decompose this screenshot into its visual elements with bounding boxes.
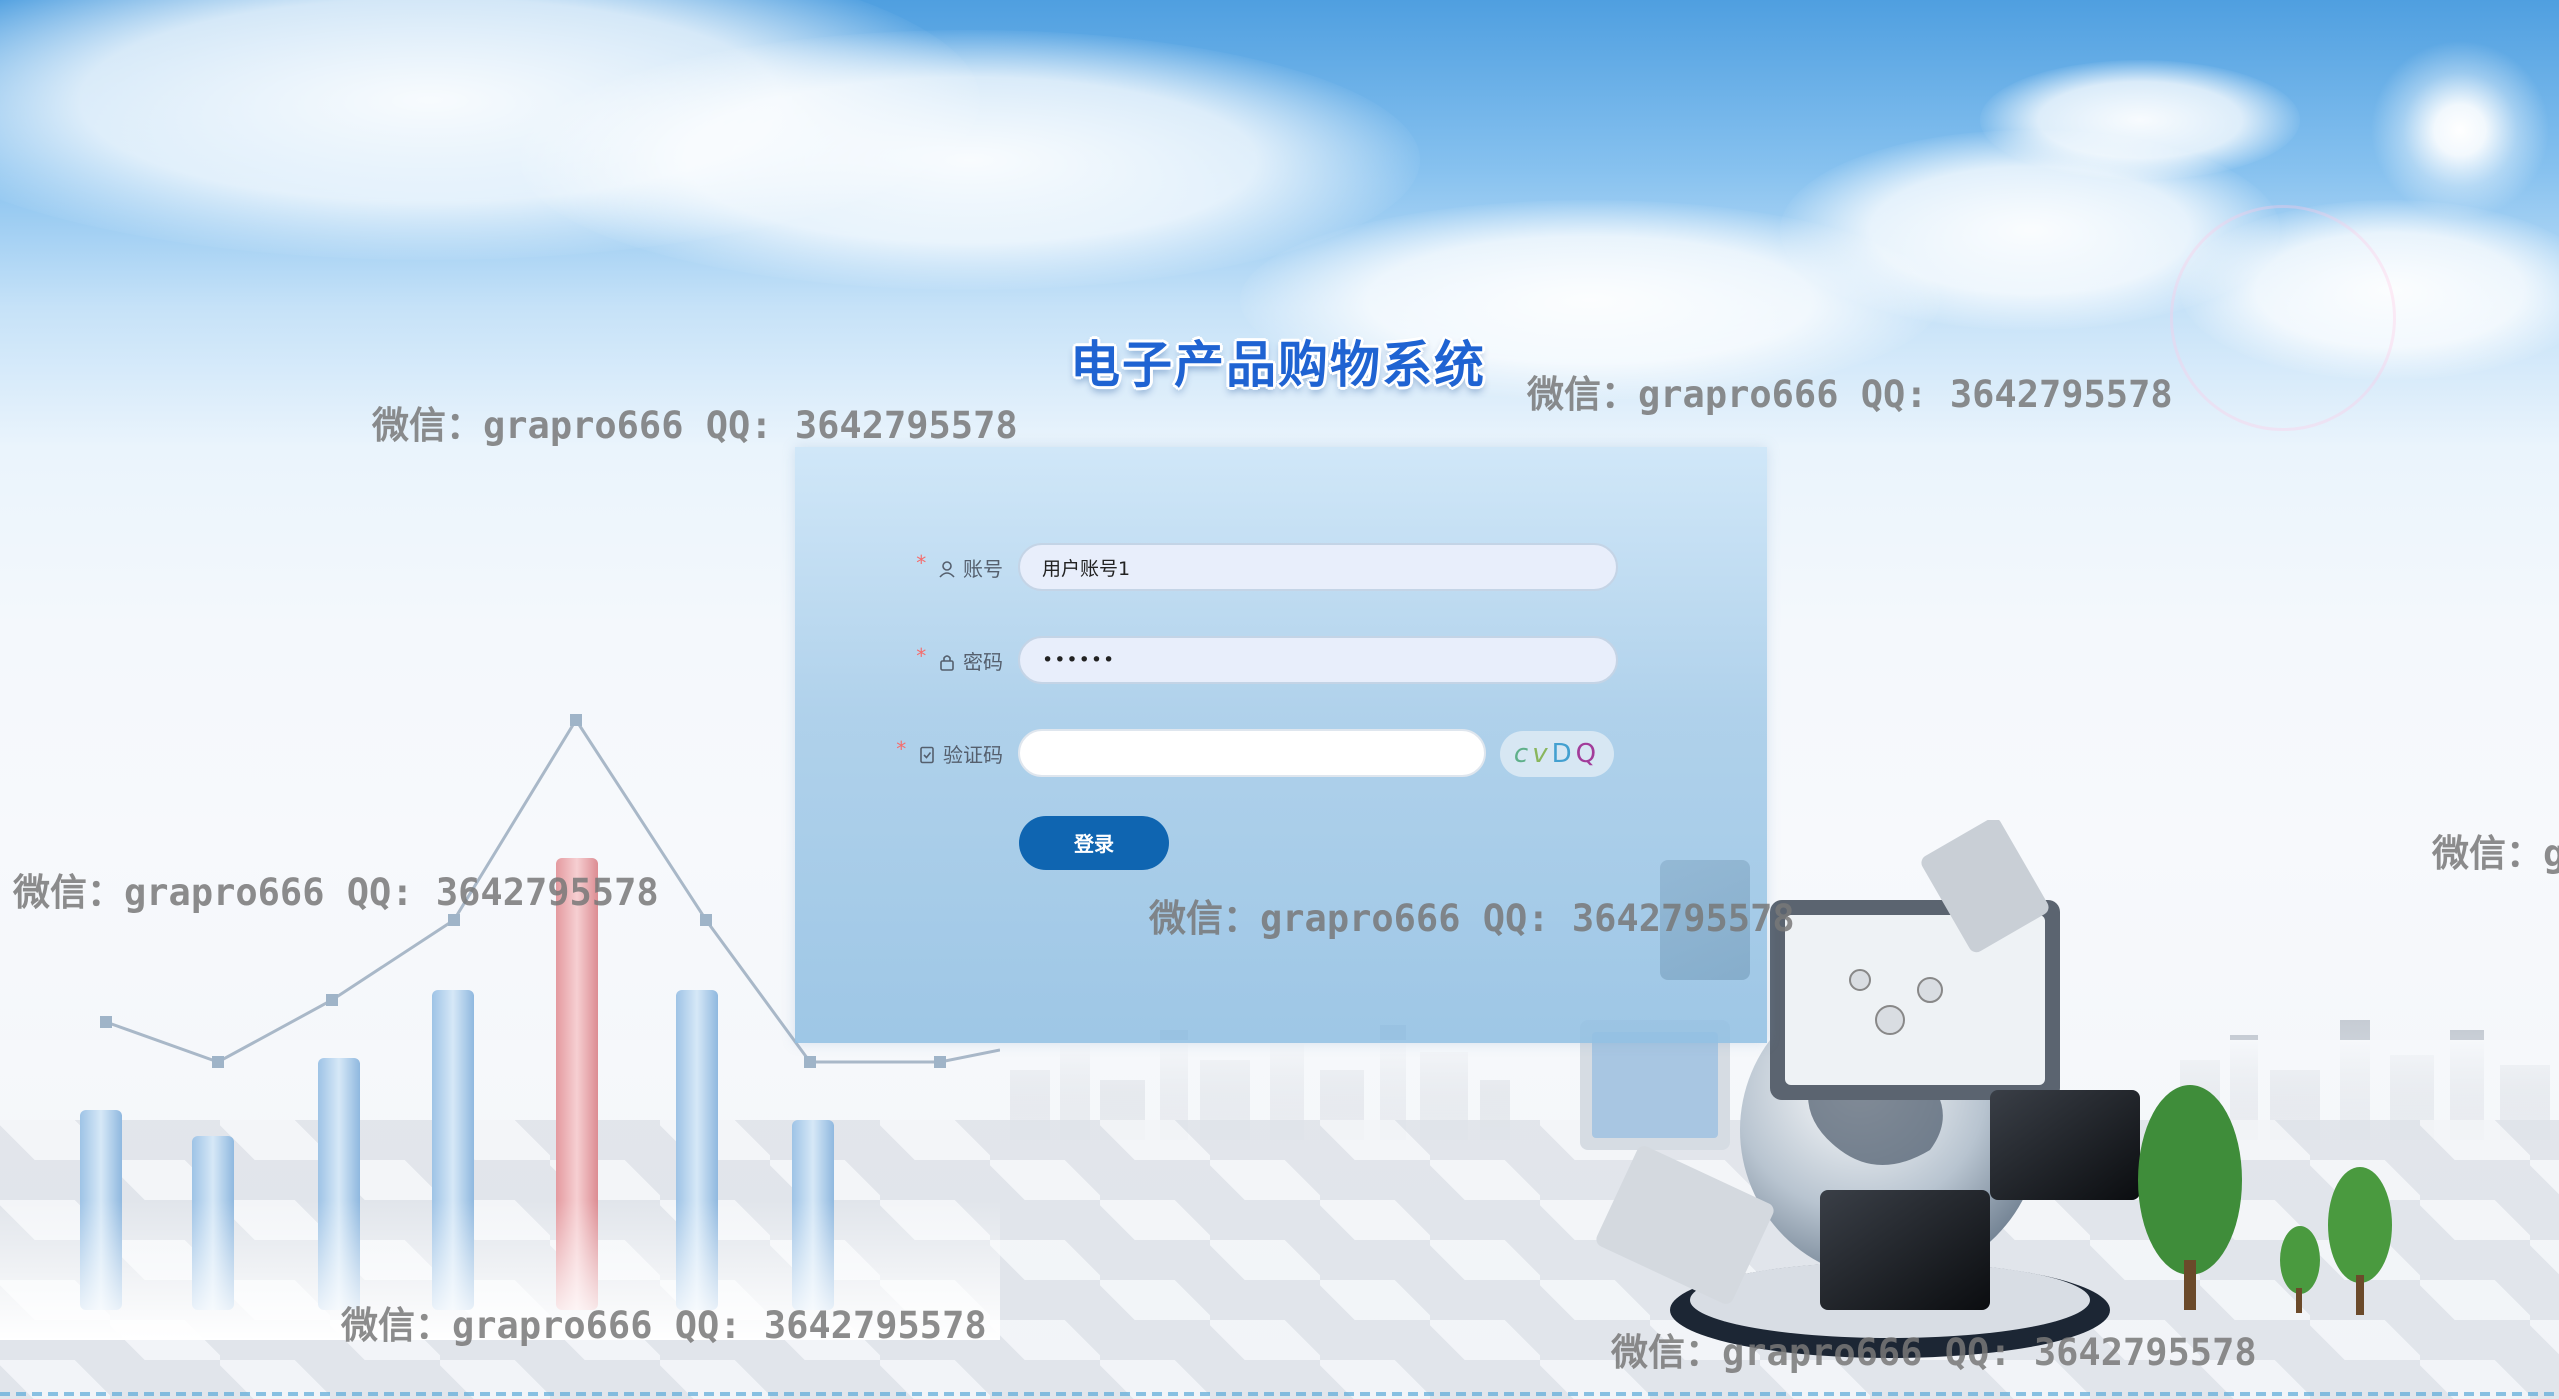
watermark-text: 微信：grapro666 QQ: 3642795578 [341,1304,987,1347]
watermark-text: 微信：grapro666 QQ: 3642795578 [13,871,659,914]
watermark-text: 微信：grapro666 QQ: 3642795578 [1149,897,1795,940]
password-label-text: 密码 [963,650,1003,674]
captcha-char: D [1551,739,1576,769]
lock-icon [939,655,954,671]
login-button[interactable]: 登录 [1019,816,1169,870]
captcha-char: c [1513,739,1533,769]
account-label-text: 账号 [963,557,1003,581]
watermark-text: 微信：grapro666 QQ: 3642795578 [372,404,1018,447]
bottom-border [0,1392,2559,1396]
password-label: * 密码 [803,636,1003,688]
password-row: * 密码 [795,636,1767,688]
watermark-text: 微信：g [2432,832,2559,875]
captcha-row: * 验证码 cvDQ [795,729,1767,781]
required-mark: * [916,551,927,575]
page-title: 电子产品购物系统 [1070,336,1486,394]
captcha-char: Q [1575,739,1601,769]
account-row: * 账号 [795,543,1767,595]
captcha-label-text: 验证码 [943,743,1003,767]
login-panel: * 账号 * 密码 * 验证码 cvDQ [795,447,1767,1043]
watermark-text: 微信：grapro666 QQ: 3642795578 [1527,373,2173,416]
captcha-label: * 验证码 [803,729,1003,781]
account-label: * 账号 [803,543,1003,595]
login-page: 电子产品购物系统 * 账号 * 密码 * 验证码 [0,0,2559,1399]
trees-graphic [2138,1085,2392,1315]
password-input[interactable] [1018,636,1618,684]
user-icon [939,561,955,578]
lens-flare-ring [2170,205,2396,431]
required-mark: * [916,644,927,668]
captcha-input[interactable] [1018,729,1486,777]
account-input[interactable] [1018,543,1618,591]
background-cloud [1980,60,2300,180]
captcha-char: v [1532,739,1552,769]
document-check-icon [919,746,934,764]
required-mark: * [896,737,907,761]
captcha-image[interactable]: cvDQ [1500,731,1614,777]
sun-graphic [2370,40,2550,220]
watermark-text: 微信：grapro666 QQ: 3642795578 [1611,1331,2257,1374]
